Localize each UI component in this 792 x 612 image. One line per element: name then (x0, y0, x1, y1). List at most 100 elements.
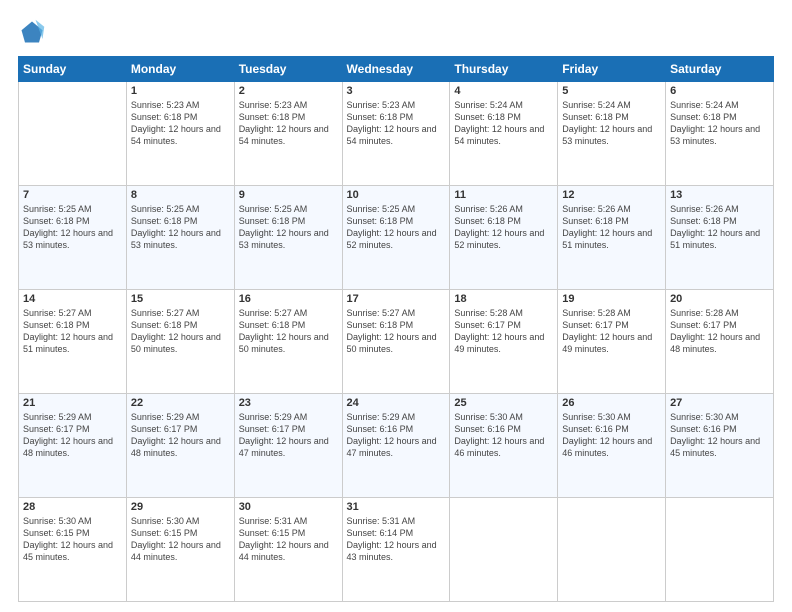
calendar-day-cell: 5 Sunrise: 5:24 AM Sunset: 6:18 PM Dayli… (558, 82, 666, 186)
sunset-text: Sunset: 6:16 PM (562, 423, 661, 435)
daylight-text: Daylight: 12 hours and 50 minutes. (347, 331, 446, 355)
day-number: 2 (239, 85, 338, 97)
sunrise-text: Sunrise: 5:28 AM (454, 307, 553, 319)
day-info: Sunrise: 5:26 AM Sunset: 6:18 PM Dayligh… (454, 203, 553, 252)
daylight-text: Daylight: 12 hours and 54 minutes. (239, 123, 338, 147)
sunrise-text: Sunrise: 5:23 AM (239, 99, 338, 111)
day-number: 18 (454, 293, 553, 305)
daylight-text: Daylight: 12 hours and 54 minutes. (454, 123, 553, 147)
day-info: Sunrise: 5:27 AM Sunset: 6:18 PM Dayligh… (131, 307, 230, 356)
logo-icon (18, 18, 46, 46)
weekday-header: Sunday (19, 57, 127, 82)
sunrise-text: Sunrise: 5:27 AM (23, 307, 122, 319)
day-number: 20 (670, 293, 769, 305)
day-number: 7 (23, 189, 122, 201)
sunset-text: Sunset: 6:17 PM (131, 423, 230, 435)
calendar-day-cell: 12 Sunrise: 5:26 AM Sunset: 6:18 PM Dayl… (558, 186, 666, 290)
sunset-text: Sunset: 6:15 PM (131, 527, 230, 539)
calendar-day-cell: 2 Sunrise: 5:23 AM Sunset: 6:18 PM Dayli… (234, 82, 342, 186)
sunrise-text: Sunrise: 5:29 AM (239, 411, 338, 423)
day-number: 21 (23, 397, 122, 409)
calendar-day-cell (666, 498, 774, 602)
day-info: Sunrise: 5:29 AM Sunset: 6:16 PM Dayligh… (347, 411, 446, 460)
sunset-text: Sunset: 6:18 PM (131, 215, 230, 227)
sunrise-text: Sunrise: 5:25 AM (239, 203, 338, 215)
day-number: 1 (131, 85, 230, 97)
day-info: Sunrise: 5:25 AM Sunset: 6:18 PM Dayligh… (347, 203, 446, 252)
daylight-text: Daylight: 12 hours and 51 minutes. (23, 331, 122, 355)
sunrise-text: Sunrise: 5:31 AM (347, 515, 446, 527)
day-info: Sunrise: 5:29 AM Sunset: 6:17 PM Dayligh… (23, 411, 122, 460)
calendar-day-cell: 15 Sunrise: 5:27 AM Sunset: 6:18 PM Dayl… (126, 290, 234, 394)
day-info: Sunrise: 5:28 AM Sunset: 6:17 PM Dayligh… (562, 307, 661, 356)
day-info: Sunrise: 5:31 AM Sunset: 6:15 PM Dayligh… (239, 515, 338, 564)
daylight-text: Daylight: 12 hours and 48 minutes. (23, 435, 122, 459)
calendar-day-cell: 18 Sunrise: 5:28 AM Sunset: 6:17 PM Dayl… (450, 290, 558, 394)
weekday-header: Tuesday (234, 57, 342, 82)
day-number: 3 (347, 85, 446, 97)
day-number: 17 (347, 293, 446, 305)
sunrise-text: Sunrise: 5:23 AM (347, 99, 446, 111)
weekday-header: Friday (558, 57, 666, 82)
sunrise-text: Sunrise: 5:23 AM (131, 99, 230, 111)
sunset-text: Sunset: 6:18 PM (562, 215, 661, 227)
daylight-text: Daylight: 12 hours and 52 minutes. (454, 227, 553, 251)
calendar-header-row: SundayMondayTuesdayWednesdayThursdayFrid… (19, 57, 774, 82)
sunrise-text: Sunrise: 5:24 AM (670, 99, 769, 111)
calendar-day-cell: 7 Sunrise: 5:25 AM Sunset: 6:18 PM Dayli… (19, 186, 127, 290)
sunrise-text: Sunrise: 5:30 AM (562, 411, 661, 423)
sunset-text: Sunset: 6:18 PM (347, 215, 446, 227)
calendar-week-row: 1 Sunrise: 5:23 AM Sunset: 6:18 PM Dayli… (19, 82, 774, 186)
daylight-text: Daylight: 12 hours and 46 minutes. (562, 435, 661, 459)
day-info: Sunrise: 5:25 AM Sunset: 6:18 PM Dayligh… (23, 203, 122, 252)
day-info: Sunrise: 5:23 AM Sunset: 6:18 PM Dayligh… (239, 99, 338, 148)
sunset-text: Sunset: 6:17 PM (670, 319, 769, 331)
day-number: 19 (562, 293, 661, 305)
sunset-text: Sunset: 6:18 PM (23, 215, 122, 227)
calendar-day-cell: 23 Sunrise: 5:29 AM Sunset: 6:17 PM Dayl… (234, 394, 342, 498)
sunset-text: Sunset: 6:18 PM (131, 319, 230, 331)
daylight-text: Daylight: 12 hours and 44 minutes. (131, 539, 230, 563)
weekday-header: Saturday (666, 57, 774, 82)
day-info: Sunrise: 5:31 AM Sunset: 6:14 PM Dayligh… (347, 515, 446, 564)
calendar-day-cell: 24 Sunrise: 5:29 AM Sunset: 6:16 PM Dayl… (342, 394, 450, 498)
sunset-text: Sunset: 6:18 PM (23, 319, 122, 331)
day-info: Sunrise: 5:26 AM Sunset: 6:18 PM Dayligh… (670, 203, 769, 252)
daylight-text: Daylight: 12 hours and 47 minutes. (347, 435, 446, 459)
calendar-day-cell (19, 82, 127, 186)
sunset-text: Sunset: 6:18 PM (454, 111, 553, 123)
sunrise-text: Sunrise: 5:29 AM (131, 411, 230, 423)
calendar-day-cell: 11 Sunrise: 5:26 AM Sunset: 6:18 PM Dayl… (450, 186, 558, 290)
day-number: 22 (131, 397, 230, 409)
day-number: 29 (131, 501, 230, 513)
day-number: 5 (562, 85, 661, 97)
day-number: 14 (23, 293, 122, 305)
calendar-day-cell: 25 Sunrise: 5:30 AM Sunset: 6:16 PM Dayl… (450, 394, 558, 498)
daylight-text: Daylight: 12 hours and 47 minutes. (239, 435, 338, 459)
calendar-table: SundayMondayTuesdayWednesdayThursdayFrid… (18, 56, 774, 602)
sunset-text: Sunset: 6:18 PM (131, 111, 230, 123)
sunset-text: Sunset: 6:18 PM (239, 111, 338, 123)
calendar-day-cell: 9 Sunrise: 5:25 AM Sunset: 6:18 PM Dayli… (234, 186, 342, 290)
day-number: 15 (131, 293, 230, 305)
sunrise-text: Sunrise: 5:28 AM (562, 307, 661, 319)
sunrise-text: Sunrise: 5:26 AM (454, 203, 553, 215)
calendar-day-cell: 10 Sunrise: 5:25 AM Sunset: 6:18 PM Dayl… (342, 186, 450, 290)
sunrise-text: Sunrise: 5:30 AM (454, 411, 553, 423)
sunset-text: Sunset: 6:18 PM (347, 319, 446, 331)
daylight-text: Daylight: 12 hours and 50 minutes. (239, 331, 338, 355)
calendar-day-cell: 29 Sunrise: 5:30 AM Sunset: 6:15 PM Dayl… (126, 498, 234, 602)
day-info: Sunrise: 5:24 AM Sunset: 6:18 PM Dayligh… (562, 99, 661, 148)
calendar-day-cell: 22 Sunrise: 5:29 AM Sunset: 6:17 PM Dayl… (126, 394, 234, 498)
daylight-text: Daylight: 12 hours and 49 minutes. (454, 331, 553, 355)
daylight-text: Daylight: 12 hours and 53 minutes. (239, 227, 338, 251)
sunset-text: Sunset: 6:17 PM (562, 319, 661, 331)
calendar-day-cell: 13 Sunrise: 5:26 AM Sunset: 6:18 PM Dayl… (666, 186, 774, 290)
sunset-text: Sunset: 6:18 PM (454, 215, 553, 227)
calendar-day-cell (450, 498, 558, 602)
day-info: Sunrise: 5:27 AM Sunset: 6:18 PM Dayligh… (347, 307, 446, 356)
day-number: 27 (670, 397, 769, 409)
sunset-text: Sunset: 6:16 PM (347, 423, 446, 435)
sunrise-text: Sunrise: 5:29 AM (23, 411, 122, 423)
day-info: Sunrise: 5:26 AM Sunset: 6:18 PM Dayligh… (562, 203, 661, 252)
